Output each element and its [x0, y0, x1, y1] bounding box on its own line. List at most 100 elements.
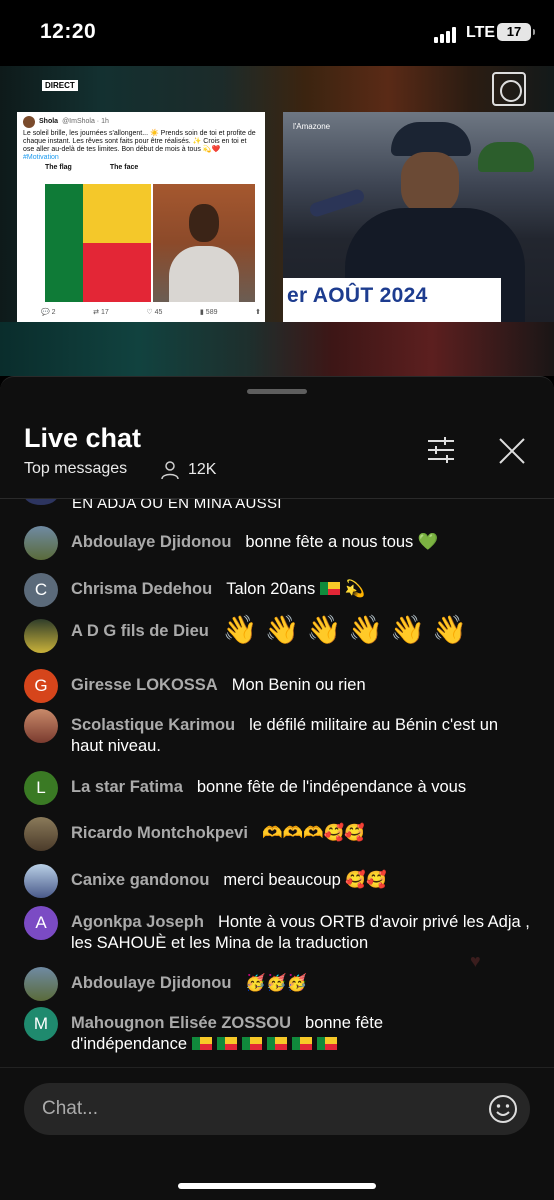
tweet-hashtag: #Motivation	[23, 154, 59, 161]
chat-message[interactable]: Canixe gandonou merci beaucoup 🥰🥰	[24, 864, 534, 898]
message-author: Chrisma Dedehou	[71, 580, 213, 598]
avatar: G	[24, 669, 58, 703]
benin-flag-icon	[241, 1037, 262, 1050]
message-author: Abdoulaye Djidonou	[71, 974, 232, 992]
avatar	[24, 499, 58, 505]
message-author: Canixe gandonou	[71, 871, 210, 889]
signal-icon	[434, 27, 460, 43]
chat-message[interactable]: Abdoulaye Djidonou bonne fête a nous tous…	[24, 526, 534, 560]
avatar	[24, 709, 58, 743]
close-icon[interactable]	[498, 437, 526, 465]
tweet-card: Shola @ImShola · 1h Le soleil brille, le…	[17, 112, 265, 324]
chat-message[interactable]: L La star Fatima bonne fête de l'indépend…	[24, 771, 534, 805]
chat-input[interactable]: Chat...	[24, 1083, 530, 1135]
benin-flag-icon	[291, 1037, 312, 1050]
benin-flag-icon	[316, 1037, 337, 1050]
chat-title: Live chat	[24, 423, 142, 453]
status-bar: 12:20 LTE 17	[0, 0, 554, 66]
like-count: ♡ 45	[146, 309, 163, 316]
live-badge: DIRECT	[42, 80, 78, 91]
message-author: Ricardo Montchokpevi	[71, 824, 248, 842]
caption-flag: The flag	[45, 164, 72, 171]
live-chat-panel: Live chat Top messages 12K EN ADJA OU EN…	[0, 376, 554, 1200]
chat-message[interactable]: A Agonkpa Joseph Honte à vous ORTB d'avoi…	[24, 906, 534, 954]
portrait-photo	[153, 184, 255, 302]
share-icon: ⬆	[255, 309, 261, 316]
message-text: merci beaucoup 🥰🥰	[223, 871, 387, 889]
view-count: ▮ 589	[200, 309, 218, 316]
message-author: Agonkpa Joseph	[71, 913, 204, 931]
partial-message: EN ADJA OU EN MINA AUSSI	[72, 499, 282, 512]
message-text: Mon Benin ou rien	[231, 676, 366, 694]
video-player[interactable]: DIRECT Shola @ImShola · 1h Le soleil bri…	[0, 66, 554, 376]
ceremony-footage: er AOÛT 2024 l'Amazone	[283, 112, 554, 324]
chat-message[interactable]: C Chrisma Dedehou Talon 20ans 💫	[24, 573, 534, 607]
message-text: 🥳🥳🥳	[245, 974, 308, 992]
home-indicator[interactable]	[178, 1183, 376, 1189]
emoji-picker-icon[interactable]	[488, 1094, 518, 1124]
message-text: 🫶🫶🫶🥰🥰	[261, 824, 365, 842]
event-banner: er AOÛT 2024	[283, 278, 501, 324]
benin-flag-icon	[319, 582, 340, 595]
avatar	[24, 817, 58, 851]
benin-flag-icon	[216, 1037, 237, 1050]
benin-flag-icon	[266, 1037, 287, 1050]
tweet-text: Le soleil brille, les journées s'allonge…	[23, 130, 256, 153]
battery-icon: 17	[497, 23, 535, 41]
avatar	[24, 619, 58, 653]
message-text: Talon 20ans	[226, 580, 316, 598]
message-text: bonne fête a nous tous 💚	[245, 533, 439, 551]
chat-message[interactable]: Scolastique Karimou le défilé militaire a…	[24, 709, 534, 757]
tweet-images	[45, 184, 255, 302]
avatar	[24, 967, 58, 1001]
chat-message[interactable]: A D G fils de Dieu 👋👋👋👋👋👋	[24, 616, 534, 653]
reply-count: 💬 2	[41, 309, 56, 316]
banner-small: l'Amazone	[293, 122, 331, 131]
message-text: 👋👋👋👋👋👋	[222, 614, 475, 645]
chat-message-list[interactable]: EN ADJA OU EN MINA AUSSI Abdoulaye Djido…	[0, 499, 554, 1065]
floating-heart-icon: ♥	[470, 951, 481, 971]
channel-emblem-icon	[492, 72, 526, 106]
chat-message[interactable]: G Giresse LOKOSSA Mon Benin ou rien	[24, 669, 534, 703]
video-background-strip	[0, 322, 554, 376]
chat-message[interactable]: Ricardo Montchokpevi 🫶🫶🫶🥰🥰	[24, 817, 534, 851]
avatar: L	[24, 771, 58, 805]
viewers-icon	[161, 461, 179, 480]
banner-date: er AOÛT 2024	[287, 284, 428, 307]
message-author: Mahougnon Elisée ZOSSOU	[71, 1014, 292, 1032]
message-author: A D G fils de Dieu	[71, 622, 209, 640]
input-divider	[0, 1067, 554, 1068]
status-time: 12:20	[40, 20, 97, 43]
tweet-handle: @ImShola · 1h	[62, 118, 109, 125]
avatar	[24, 526, 58, 560]
chat-message[interactable]: M Mahougnon Elisée ZOSSOU bonne fête d'in…	[24, 1007, 534, 1055]
chat-mode-selector[interactable]: Top messages 12K	[24, 460, 216, 480]
benin-flag-icon	[191, 1037, 212, 1050]
tweet-header: Shola @ImShola · 1h	[23, 116, 259, 128]
avatar: M	[24, 1007, 58, 1041]
caption-face: The face	[109, 164, 139, 171]
tweet-captions: The flag The face	[45, 164, 259, 172]
microphone-icon	[308, 187, 366, 219]
chat-input-placeholder: Chat...	[42, 1098, 98, 1119]
chat-message[interactable]: Abdoulaye Djidonou 🥳🥳🥳	[24, 967, 534, 1001]
message-author: Scolastique Karimou	[71, 716, 236, 734]
avatar	[24, 864, 58, 898]
avatar: C	[24, 573, 58, 607]
benin-flag-image	[45, 184, 151, 302]
filter-settings-icon[interactable]	[426, 437, 456, 463]
network-label: LTE	[466, 24, 496, 41]
message-author: La star Fatima	[71, 778, 183, 796]
retweet-count: ⇄ 17	[93, 309, 109, 316]
viewer-count: 12K	[188, 461, 217, 478]
message-author: Giresse LOKOSSA	[71, 676, 218, 694]
message-author: Abdoulaye Djidonou	[71, 533, 232, 551]
avatar: A	[24, 906, 58, 940]
tweet-actions: 💬 2 ⇄ 17 ♡ 45 ▮ 589 ⬆	[41, 309, 261, 317]
tweet-author: Shola	[39, 118, 59, 125]
tweet-avatar	[23, 116, 35, 128]
message-text: bonne fête de l'indépendance à vous	[196, 778, 467, 796]
drag-handle[interactable]	[247, 389, 307, 394]
chat-mode-label[interactable]: Top messages	[24, 460, 127, 478]
message-emoji: 💫	[344, 580, 366, 598]
